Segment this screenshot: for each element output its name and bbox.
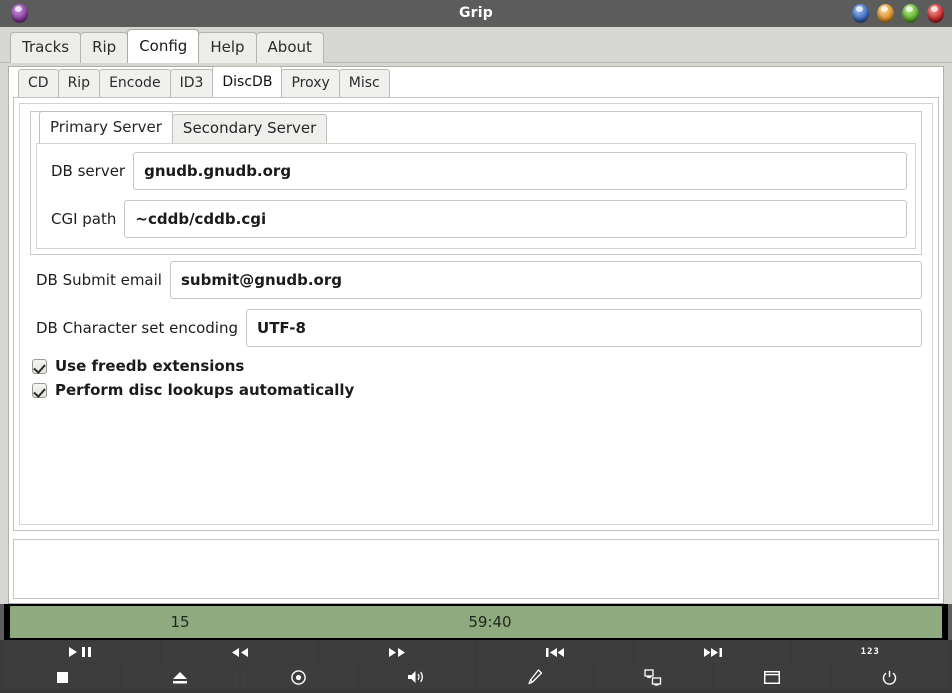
status-time: 59:40	[468, 613, 512, 631]
auto-disc-lookup-label: Perform disc lookups automatically	[55, 381, 355, 399]
eject-icon	[172, 671, 188, 684]
db-server-label: DB server	[51, 162, 126, 180]
tab-proxy[interactable]: Proxy	[281, 69, 340, 97]
db-submit-email-label: DB Submit email	[36, 271, 162, 289]
previous-track-icon	[543, 647, 567, 657]
transport-controls: 123	[0, 640, 952, 693]
exit-button[interactable]	[831, 665, 948, 689]
track-numbers-icon: 123	[860, 647, 880, 657]
tab-cd[interactable]: CD	[18, 69, 59, 97]
server-notebook: Primary Server Secondary Server DB serve…	[30, 111, 922, 255]
discdb-page-inner: Primary Server Secondary Server DB serve…	[19, 103, 933, 525]
discdb-page: Primary Server Secondary Server DB serve…	[13, 97, 939, 531]
power-icon	[882, 670, 897, 685]
play-pause-button[interactable]	[4, 641, 160, 663]
db-charset-label: DB Character set encoding	[36, 319, 239, 337]
play-pause-icon	[68, 647, 95, 657]
use-freedb-extensions-row[interactable]: Use freedb extensions	[32, 357, 924, 375]
disc-record-icon	[291, 669, 306, 685]
toggle-window-button[interactable]	[713, 665, 830, 689]
volume-icon	[407, 670, 427, 684]
status-bar-frame: 15 59:40	[4, 604, 948, 640]
db-submit-email-row: DB Submit email submit@gnudb.org	[30, 261, 922, 299]
use-freedb-extensions-checkbox[interactable]	[32, 358, 47, 374]
db-charset-row: DB Character set encoding UTF-8	[30, 309, 922, 347]
tab-help[interactable]: Help	[198, 32, 257, 63]
cgi-path-row: CGI path ~cddb/cddb.cgi	[45, 200, 907, 238]
network-lookup-icon	[644, 668, 662, 686]
db-server-input[interactable]: gnudb.gnudb.org	[133, 152, 907, 190]
auto-disc-lookup-row[interactable]: Perform disc lookups automatically	[32, 381, 924, 399]
rewind-icon	[229, 647, 251, 657]
grip-window: Grip Tracks Rip Config Help About CD Rip…	[0, 0, 952, 693]
tab-rip-cfg[interactable]: Rip	[57, 69, 101, 97]
next-track-icon	[701, 647, 725, 657]
status-bar[interactable]: 15 59:40	[10, 606, 942, 638]
close-button[interactable]	[927, 4, 944, 23]
tab-rip[interactable]: Rip	[80, 32, 129, 63]
shade-button[interactable]	[877, 4, 894, 23]
auto-disc-lookup-checkbox[interactable]	[32, 382, 47, 398]
primary-server-panel: DB server gnudb.gnudb.org CGI path ~cddb…	[36, 143, 916, 249]
db-submit-email-input[interactable]: submit@gnudb.org	[169, 261, 922, 299]
track-numbers-button[interactable]: 123	[792, 641, 949, 663]
stop-icon	[56, 671, 68, 683]
edit-tracks-button[interactable]	[477, 665, 594, 689]
server-tabbar: Primary Server Secondary Server	[31, 111, 921, 143]
status-track-number: 15	[170, 613, 190, 631]
tab-discdb[interactable]: DiscDB	[212, 66, 283, 97]
maximize-button[interactable]	[902, 4, 919, 23]
use-freedb-extensions-label: Use freedb extensions	[55, 357, 245, 375]
tab-encode[interactable]: Encode	[99, 69, 171, 97]
previous-track-button[interactable]	[477, 641, 633, 663]
window-icon	[763, 670, 780, 684]
db-server-row: DB server gnudb.gnudb.org	[45, 152, 907, 190]
notebook-footer-area	[13, 539, 939, 599]
rip-button[interactable]	[240, 665, 357, 689]
tab-config[interactable]: Config	[127, 29, 200, 63]
config-content: CD Rip Encode ID3 DiscDB Proxy Misc Prim…	[0, 63, 952, 604]
tab-secondary-server[interactable]: Secondary Server	[171, 114, 328, 143]
config-notebook: CD Rip Encode ID3 DiscDB Proxy Misc Prim…	[8, 66, 944, 604]
tab-tracks[interactable]: Tracks	[10, 32, 82, 63]
discdb-lookup-button[interactable]	[595, 665, 712, 689]
window-title: Grip	[458, 5, 494, 21]
transport-row-2	[4, 665, 948, 689]
window-controls	[852, 4, 944, 23]
db-charset-input[interactable]: UTF-8	[246, 309, 922, 347]
stop-button[interactable]	[4, 665, 121, 689]
eject-button[interactable]	[122, 665, 239, 689]
tab-misc[interactable]: Misc	[338, 69, 390, 97]
title-bar: Grip	[0, 0, 952, 27]
page-spacer	[28, 405, 924, 516]
main-tabbar: Tracks Rip Config Help About	[0, 27, 952, 63]
minimize-button[interactable]	[852, 4, 869, 23]
rewind-button[interactable]	[161, 641, 318, 663]
cgi-path-label: CGI path	[51, 210, 117, 228]
fast-forward-icon	[386, 647, 408, 657]
config-tabbar: CD Rip Encode ID3 DiscDB Proxy Misc	[9, 66, 943, 97]
volume-button[interactable]	[358, 665, 475, 689]
transport-row-1: 123	[4, 641, 949, 663]
cgi-path-input[interactable]: ~cddb/cddb.cgi	[124, 200, 907, 238]
tab-primary-server[interactable]: Primary Server	[39, 111, 173, 143]
fast-forward-button[interactable]	[319, 641, 476, 663]
tab-about[interactable]: About	[255, 32, 324, 63]
tab-id3[interactable]: ID3	[169, 69, 214, 97]
pencil-icon	[527, 668, 543, 686]
next-track-button[interactable]	[634, 641, 791, 663]
